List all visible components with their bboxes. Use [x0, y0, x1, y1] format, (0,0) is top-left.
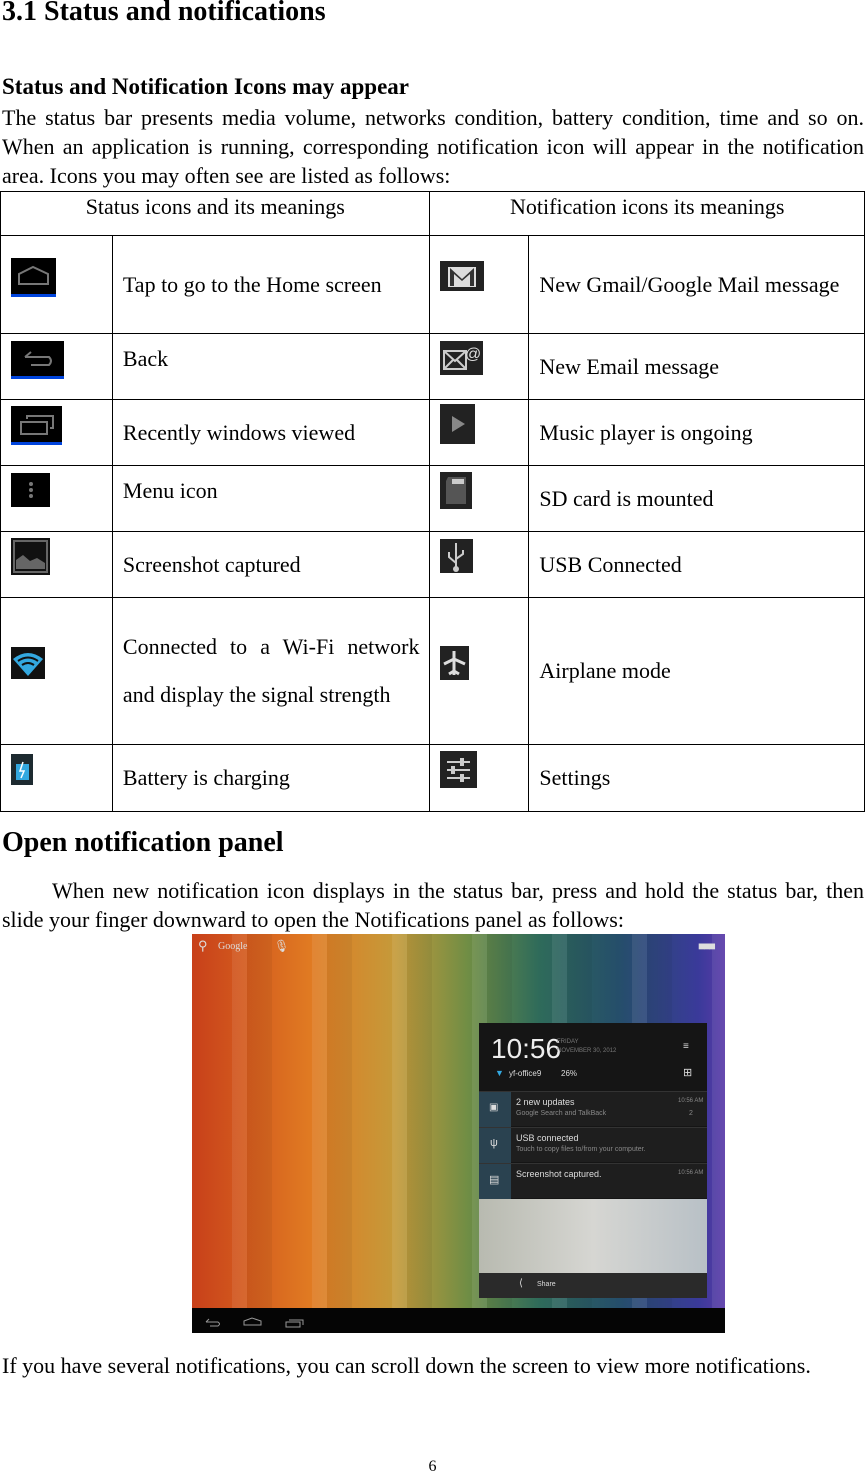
- apps-grid-icon[interactable]: ■■■: [698, 939, 716, 953]
- scroll-paragraph: If you have several notifications, you c…: [2, 1353, 811, 1378]
- settings-icon: [440, 751, 478, 788]
- sd-card-icon: [440, 471, 473, 509]
- clock-date: NOVEMBER 30, 2012: [557, 1048, 617, 1054]
- nav-bar: [192, 1308, 725, 1333]
- gmail-icon: [440, 260, 485, 291]
- screenshot-icon: [11, 537, 50, 575]
- notification-panel-screenshot: ⚲ Google 🎙 ■■■ 10:56 FRIDAY NOVEMBER 30,…: [192, 934, 725, 1333]
- share-label: Share: [537, 1281, 556, 1288]
- status-text: Back: [111, 333, 431, 400]
- notification-time: 10:56 AM: [678, 1098, 704, 1104]
- notification-title: Screenshot captured.: [516, 1169, 602, 1179]
- play-icon: [440, 404, 476, 444]
- notif-text: New Email message: [528, 333, 865, 400]
- menu-icon: [11, 473, 50, 507]
- status-text: Connected to a Wi-Fi network and display…: [111, 597, 431, 745]
- status-text: Tap to go to the Home screen: [111, 235, 431, 334]
- clock-time: 10:56: [491, 1033, 562, 1064]
- wifi-ssid: yf-office9: [509, 1069, 542, 1078]
- screenshot-icon: ▤: [489, 1174, 500, 1186]
- notification-time: 10:56 AM: [678, 1170, 704, 1176]
- updates-icon: ▣: [489, 1102, 499, 1113]
- page-heading: 3.1 Status and notifications: [2, 0, 326, 27]
- notification-text: Google Search and TalkBack: [516, 1110, 607, 1117]
- notif-text: New Gmail/Google Mail message: [528, 235, 865, 334]
- battery-charging-icon: [11, 754, 33, 785]
- wifi-icon: ▼: [495, 1068, 504, 1078]
- status-text: Recently windows viewed: [111, 399, 431, 466]
- intro-paragraph: The status bar presents media volume, ne…: [2, 105, 864, 188]
- usb-icon: [440, 539, 474, 573]
- notification-count: 2: [689, 1110, 693, 1117]
- battery-percent: 26%: [561, 1069, 578, 1078]
- quick-settings-icon[interactable]: ⊞: [683, 1066, 692, 1079]
- notification-item[interactable]: ▣ 2 new updates Google Search and TalkBa…: [479, 1091, 707, 1127]
- status-text: Battery is charging: [111, 744, 431, 812]
- share-icon: ⟨: [519, 1278, 523, 1289]
- status-header: Status icons and its meanings: [0, 191, 431, 236]
- status-text: Screenshot captured: [111, 531, 431, 598]
- clear-all-icon[interactable]: ≡: [683, 1041, 689, 1052]
- home-icon: [11, 258, 56, 297]
- notif-text: Airplane mode: [528, 597, 865, 745]
- panel-paragraph: When new notification icon displays in t…: [2, 878, 864, 932]
- screenshot-preview[interactable]: [479, 1199, 707, 1273]
- back-icon: [11, 340, 64, 379]
- icons-table: Status icons and its meanings Notificatio…: [0, 191, 865, 812]
- email-icon: @: [440, 341, 484, 375]
- section-heading: Open notification panel: [2, 827, 284, 858]
- notif-text: Settings: [528, 744, 865, 812]
- notification-text: Touch to copy files to/from your compute…: [516, 1146, 646, 1153]
- airplane-icon: [440, 645, 470, 680]
- share-button[interactable]: ⟨ Share: [479, 1273, 707, 1298]
- search-icon[interactable]: ⚲: [198, 938, 208, 954]
- notification-title: USB connected: [516, 1133, 579, 1143]
- wifi-icon: [11, 646, 45, 679]
- svg-text:@: @: [465, 346, 481, 363]
- notification-title: 2 new updates: [516, 1097, 575, 1107]
- notif-text: USB Connected: [528, 531, 865, 598]
- notification-item[interactable]: ψ USB connected Touch to copy files to/f…: [479, 1127, 707, 1163]
- notif-header: Notification icons its meanings: [429, 191, 865, 236]
- notification-item[interactable]: ▤ Screenshot captured. 10:56 AM: [479, 1163, 707, 1199]
- recent-apps-icon: [11, 406, 62, 445]
- page-number: 6: [428, 1458, 437, 1475]
- google-search-label[interactable]: Google: [218, 941, 247, 952]
- notifications-panel: 10:56 FRIDAY NOVEMBER 30, 2012 ≡ ▼ yf-of…: [479, 1023, 707, 1298]
- clock-day: FRIDAY: [557, 1039, 579, 1045]
- notif-text: Music player is ongoing: [528, 399, 865, 466]
- notif-text: SD card is mounted: [528, 465, 865, 532]
- mic-icon[interactable]: 🎙: [274, 939, 289, 953]
- usb-icon: ψ: [490, 1137, 498, 1149]
- status-text: Menu icon: [111, 465, 431, 532]
- subheading: Status and Notification Icons may appear: [2, 74, 410, 99]
